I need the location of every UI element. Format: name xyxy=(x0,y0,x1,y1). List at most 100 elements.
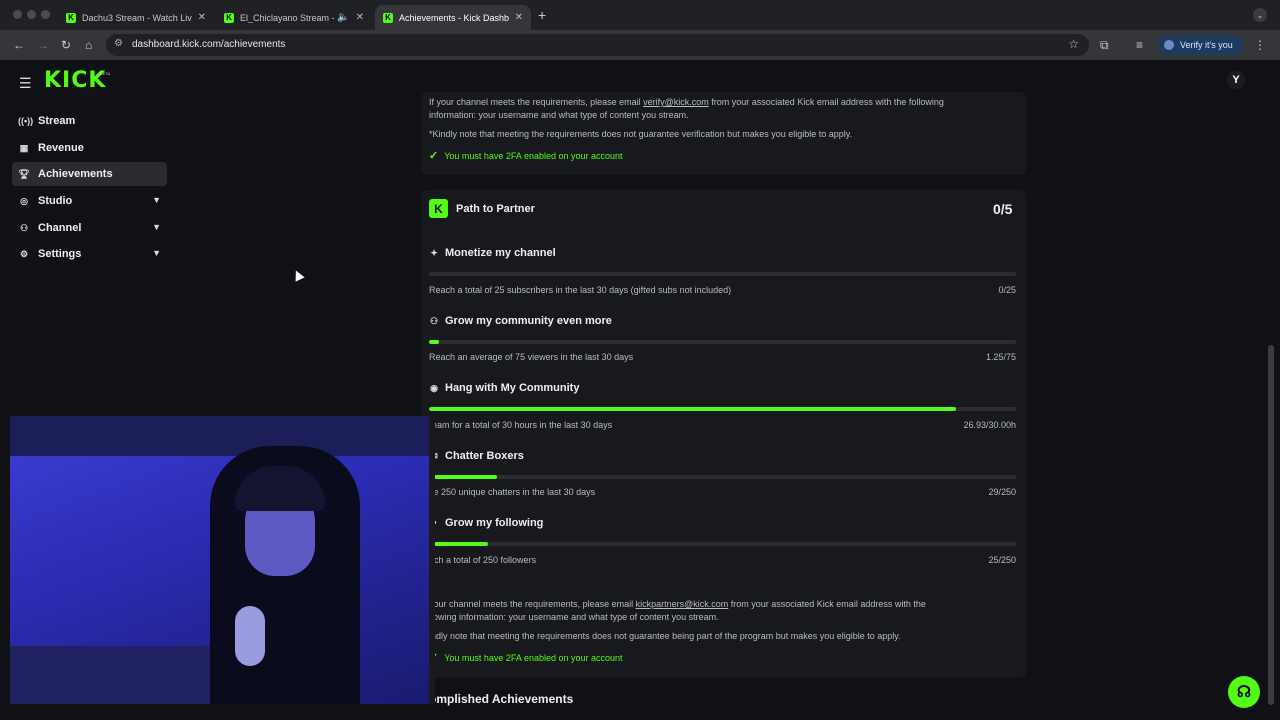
verified-note: *Kindly note that meeting the requiremen… xyxy=(429,129,853,139)
goal-progress-fill xyxy=(429,542,488,546)
partner-instructions-line2: llowing information: your username and w… xyxy=(429,612,719,622)
user-avatar[interactable]: Y xyxy=(1227,71,1245,89)
minimize-window-dot[interactable] xyxy=(27,10,36,19)
goal-title: ⚇ Grow my community even more xyxy=(429,315,612,327)
partner-note: indly note that meeting the requirements… xyxy=(429,631,901,641)
broadcast-icon: ((•)) xyxy=(18,116,34,126)
goal-title: ♥Grow my following xyxy=(429,517,543,529)
close-tab-icon[interactable]: ✕ xyxy=(198,12,206,23)
goal-value: 25/250 xyxy=(988,555,1016,565)
bookmark-star-icon[interactable]: ☆ xyxy=(1068,37,1079,51)
goal-progress-fill xyxy=(429,407,957,411)
sidebar-item-label: Channel xyxy=(38,222,82,234)
gear-icon: ⚙ xyxy=(19,248,29,259)
sidebar-item-stream[interactable]: ((•)) Stream xyxy=(12,109,167,133)
goal-title: ✉Chatter Boxers xyxy=(429,450,524,462)
check-icon: ✓ xyxy=(429,150,439,162)
chevron-down-icon: ▼ xyxy=(152,195,161,205)
browser-tab-1[interactable]: K Dachu3 Stream - Watch Live ✕ xyxy=(58,5,214,30)
address-bar[interactable]: ⚙ dashboard.kick.com/achievements ☆ xyxy=(106,34,1089,56)
hamburger-menu-icon[interactable]: ☰ xyxy=(19,75,32,92)
back-icon[interactable]: ← xyxy=(13,38,25,52)
webcam-shelf xyxy=(10,416,429,456)
goal-description: Reach an average of 75 viewers in the la… xyxy=(429,352,634,362)
browser-tab-3[interactable]: K Achievements - Kick Dashbo ✕ xyxy=(375,5,531,30)
webcam-overlay xyxy=(10,416,435,704)
goal-progress-bar xyxy=(429,272,1016,276)
page-scrollbar[interactable] xyxy=(1268,345,1274,705)
verify-profile-button[interactable]: Verify it's you xyxy=(1158,35,1243,55)
kick-favicon-icon: K xyxy=(383,12,393,23)
kick-favicon-icon: K xyxy=(66,12,76,23)
partner-2fa-requirement: ✓You must have 2FA enabled on your accou… xyxy=(429,651,623,664)
profile-avatar-icon xyxy=(1164,40,1174,50)
partner-instructions-line1: your channel meets the requirements, ple… xyxy=(429,599,926,609)
reload-icon[interactable]: ↻ xyxy=(61,38,71,52)
partner-email-link[interactable]: kickpartners@kick.com xyxy=(636,599,729,609)
sparkle-icon: ✦ xyxy=(430,247,438,258)
sidebar-item-achievements[interactable]: 🏆︎ Achievements xyxy=(12,162,167,186)
extensions-icon[interactable]: ⧉ xyxy=(1100,38,1109,53)
sidebar-item-label: Revenue xyxy=(38,142,84,154)
new-tab-icon[interactable]: + xyxy=(538,7,546,23)
sidebar-item-channel[interactable]: ⚇ Channel ▼ xyxy=(12,216,167,240)
browser-tab-2[interactable]: K El_Chiclayano Stream - W 🔈 ✕ xyxy=(216,5,372,30)
tab-title: El_Chiclayano Stream - W xyxy=(240,12,334,23)
webcam-microphone xyxy=(235,606,265,666)
sidebar-item-revenue[interactable]: ▦ Revenue xyxy=(12,136,167,160)
browser-menu-icon[interactable]: ⋮ xyxy=(1254,38,1266,52)
channel-icon: ⚇ xyxy=(19,222,29,233)
chevron-down-icon: ▼ xyxy=(152,222,161,232)
goal-description: ach a total of 250 followers xyxy=(429,555,537,565)
verified-instructions-line2: information: your username and what type… xyxy=(429,110,689,120)
goal-value: 26.93/30.00h xyxy=(963,420,1016,430)
path-to-partner-title: Path to Partner xyxy=(456,202,535,215)
sidebar-item-label: Stream xyxy=(38,115,76,127)
trophy-icon: 🏆︎ xyxy=(18,168,30,179)
revenue-icon: ▦ xyxy=(19,142,29,153)
goal-value: 0/25 xyxy=(998,285,1016,295)
goal-progress-bar xyxy=(429,340,1016,344)
goal-progress-fill xyxy=(429,475,498,479)
goal-value: 1.25/75 xyxy=(985,352,1016,362)
goal-title: ◉ Hang with My Community xyxy=(430,382,580,394)
verified-instructions-line1: If your channel meets the requirements, … xyxy=(429,97,944,107)
verified-2fa-requirement: ✓ You must have 2FA enabled on your accou… xyxy=(429,150,623,162)
users-icon: ⚇ xyxy=(429,315,439,326)
studio-icon: ◎ xyxy=(20,195,28,206)
tab-title: Dachu3 Stream - Watch Live xyxy=(82,12,192,23)
verify-email-link[interactable]: verify@kick.com xyxy=(643,97,709,107)
broadcast-icon: ◉ xyxy=(430,382,438,393)
sidebar-item-label: Settings xyxy=(38,248,82,260)
goal-progress-bar xyxy=(429,542,1016,546)
sidebar-item-studio[interactable]: ◎ Studio ▼ xyxy=(12,189,167,213)
maximize-window-dot[interactable] xyxy=(41,10,50,19)
path-to-partner-count: 0/5 xyxy=(993,201,1013,217)
url-text[interactable]: dashboard.kick.com/achievements xyxy=(132,39,285,50)
browser-tab-bar: K Dachu3 Stream - Watch Live ✕ K El_Chic… xyxy=(0,0,1280,30)
beta-badge: BETA xyxy=(100,71,111,76)
forward-icon[interactable]: → xyxy=(37,38,49,52)
sidebar-item-label: Studio xyxy=(38,195,73,207)
goal-title: ✦ Monetize my channel xyxy=(430,247,556,259)
goal-progress-bar xyxy=(429,475,1016,479)
path-to-partner-header: K Path to Partner xyxy=(429,199,535,218)
close-tab-icon[interactable]: ✕ xyxy=(515,12,523,23)
close-window-dot[interactable] xyxy=(13,10,22,19)
media-control-icon[interactable]: ≡ xyxy=(1136,38,1143,52)
accomplished-achievements-heading: omplished Achievements xyxy=(429,692,574,706)
help-chat-button[interactable]: ☊ xyxy=(1228,676,1260,708)
kick-logo[interactable]: KICK xyxy=(44,68,106,93)
tab-title: Achievements - Kick Dashbo xyxy=(399,12,509,23)
goal-progress-bar xyxy=(429,407,1016,411)
speaker-icon[interactable]: 🔈 xyxy=(337,12,349,23)
site-info-icon[interactable]: ⚙ xyxy=(114,38,123,49)
browser-toolbar: ← → ↻ ⌂ ⚙ dashboard.kick.com/achievement… xyxy=(0,30,1280,60)
close-tab-icon[interactable]: ✕ xyxy=(356,12,364,23)
sidebar-item-label: Achievements xyxy=(38,168,113,180)
sidebar-item-settings[interactable]: ⚙ Settings ▼ xyxy=(12,242,167,266)
kick-partner-icon: K xyxy=(429,199,448,218)
home-icon[interactable]: ⌂ xyxy=(85,38,92,52)
tab-search-icon[interactable]: ⌄ xyxy=(1253,8,1267,22)
kick-favicon-icon: K xyxy=(224,12,234,23)
